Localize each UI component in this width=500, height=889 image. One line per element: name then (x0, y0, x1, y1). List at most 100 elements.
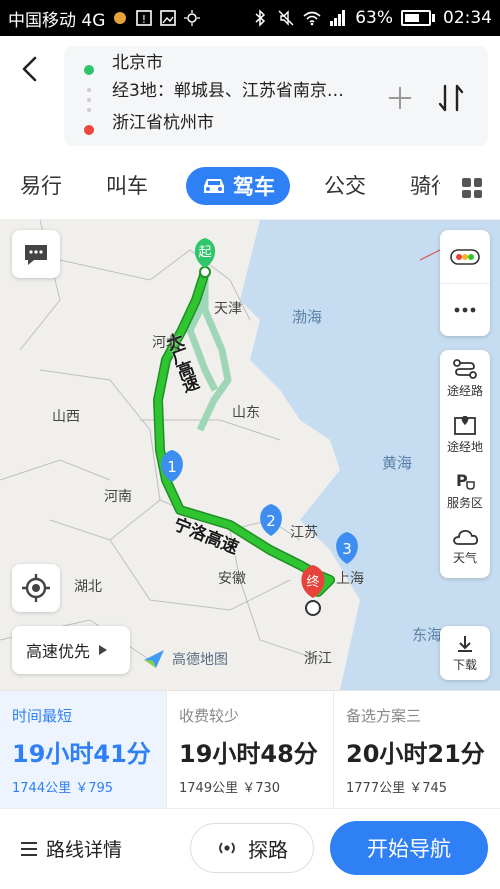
traffic-toggle-button[interactable] (440, 230, 490, 283)
start-navigation-button[interactable]: 开始导航 (330, 821, 488, 875)
route-option-2[interactable]: 收费较少 19小时48分 1749公里 ￥730 (167, 691, 334, 808)
map-label-jiangsu: 江苏 (290, 525, 318, 541)
notification-icon (114, 12, 127, 24)
chat-bubble-icon (25, 245, 47, 265)
message-button[interactable] (12, 230, 60, 278)
destination-label: 浙江省杭州市 (112, 112, 214, 133)
route-header: 北京市 经3地：郸城县、江苏省南京… 浙江省杭州市 (0, 36, 500, 154)
option-tag: 备选方案三 (346, 707, 422, 725)
map-label-henan: 河南 (104, 489, 132, 505)
map-tools-panel: 途经路 途经地 P 服务区 天气 (440, 350, 490, 578)
route-connector (87, 88, 91, 112)
battery-icon (401, 10, 435, 26)
weather-label: 天气 (452, 550, 477, 565)
map-view[interactable]: 起 1 2 3 终 大广高速 宁洛高速 天津 渤海 河北 山西 山东 黄海 河南… (0, 220, 500, 690)
option-toll: ￥730 (242, 781, 281, 796)
option-duration: 20小时21分 (346, 740, 485, 768)
download-icon (458, 635, 472, 652)
option-tag: 时间最短 (12, 707, 73, 725)
list-icon (21, 841, 37, 856)
tab-drive-label: 驾车 (233, 175, 275, 199)
bottom-action-bar: 路线详情 探路 开始导航 (0, 808, 500, 889)
weather-button[interactable]: 天气 (440, 518, 490, 574)
destination-dot-icon (84, 125, 94, 135)
origin-dot-icon (84, 65, 94, 75)
swap-route-icon[interactable] (436, 82, 466, 114)
option-details: 1749公里 ￥730 (179, 777, 333, 796)
warning-icon: ! (136, 10, 153, 26)
waypoint-place-button[interactable]: 途经地 (440, 406, 490, 462)
amap-logo: 高德地图 (142, 648, 228, 670)
waypoint-route-label: 途经路 (446, 383, 483, 398)
option-duration: 19小时41分 (12, 740, 151, 768)
brightness-icon (184, 10, 201, 26)
option-toll: ￥745 (409, 781, 448, 796)
map-label-donghai: 东海 (412, 626, 443, 644)
map-label-shandong: 山东 (232, 405, 260, 421)
start-navigation-label: 开始导航 (367, 837, 451, 861)
locate-me-button[interactable] (12, 564, 60, 612)
map-tools-panel-top (440, 230, 490, 336)
route-details-label: 路线详情 (46, 839, 123, 861)
option-distance: 1744公里 (12, 781, 72, 796)
tab-call-car[interactable]: 叫车 (106, 170, 148, 200)
destination-point (305, 600, 321, 616)
car-icon (204, 179, 224, 193)
download-button[interactable]: 下载 (440, 626, 490, 680)
service-area-button[interactable]: P 服务区 (440, 462, 490, 518)
map-label-hebei: 河北 (152, 335, 180, 351)
transport-mode-tabs: 易行 叫车 驾车 公交 骑行 (0, 154, 500, 220)
route-options: 时间最短 19小时41分 1744公里 ￥795 收费较少 19小时48分 17… (0, 690, 500, 808)
option-details: 1777公里 ￥745 (346, 777, 500, 796)
waypoint-marker-2[interactable]: 2 (260, 504, 282, 536)
locate-icon (22, 574, 50, 602)
tab-drive[interactable]: 驾车 (186, 167, 290, 205)
map-label-shanghai: 上海 (336, 571, 364, 587)
waypoints-label: 经3地：郸城县、江苏省南京… (112, 80, 344, 101)
map-canvas: 起 1 2 3 终 (0, 220, 500, 690)
route-details-button[interactable]: 路线详情 (20, 835, 122, 862)
radar-icon (219, 842, 235, 854)
highway-priority-label: 高速优先 (26, 642, 91, 661)
route-input-box: 北京市 经3地：郸城县、江苏省南京… 浙江省杭州市 (64, 46, 488, 146)
map-label-anhui: 安徽 (218, 571, 246, 587)
bluetooth-icon (255, 9, 266, 27)
wifi-icon (303, 11, 321, 26)
option-details: 1744公里 ￥795 (12, 777, 166, 796)
explore-route-button[interactable]: 探路 (190, 823, 314, 873)
mute-icon (278, 10, 294, 26)
logo-text: 高德地图 (172, 652, 228, 668)
service-area-label: 服务区 (446, 495, 483, 510)
option-distance: 1749公里 (179, 781, 239, 796)
more-modes-grid-icon[interactable] (462, 178, 482, 198)
route-icon (453, 358, 477, 379)
option-toll: ￥795 (75, 781, 114, 796)
battery-percent: 63% (355, 8, 393, 28)
tab-easy-travel[interactable]: 易行 (20, 170, 62, 200)
option-duration: 19小时48分 (179, 740, 318, 768)
more-dots-icon (454, 307, 476, 313)
map-label-shanxi: 山西 (52, 409, 80, 425)
route-option-1[interactable]: 时间最短 19小时41分 1744公里 ￥795 (0, 691, 167, 808)
carrier-label: 中国移动 4G (8, 10, 106, 31)
origin-label: 北京市 (112, 52, 163, 73)
explore-label: 探路 (248, 837, 288, 862)
tab-cycling[interactable]: 骑行 (410, 170, 440, 200)
signal-icon (330, 10, 346, 26)
map-label-huanghai: 黄海 (382, 454, 413, 472)
end-marker-label: 终 (306, 574, 319, 590)
add-waypoint-icon[interactable] (386, 84, 414, 112)
highway-priority-button[interactable]: 高速优先 (12, 626, 130, 674)
map-label-bohai: 渤海 (292, 308, 323, 326)
back-arrow-icon[interactable] (16, 54, 46, 84)
svg-text:3: 3 (342, 540, 352, 558)
cloud-icon (453, 529, 479, 545)
tab-bus[interactable]: 公交 (324, 170, 366, 200)
waypoint-route-button[interactable]: 途经路 (440, 350, 490, 406)
option-distance: 1777公里 (346, 781, 406, 796)
map-pin-icon (454, 415, 476, 435)
route-option-3[interactable]: 备选方案三 20小时21分 1777公里 ￥745 (334, 691, 500, 808)
option-tag: 收费较少 (179, 707, 240, 725)
more-options-button[interactable] (440, 283, 490, 336)
waypoint-place-label: 途经地 (446, 439, 483, 454)
